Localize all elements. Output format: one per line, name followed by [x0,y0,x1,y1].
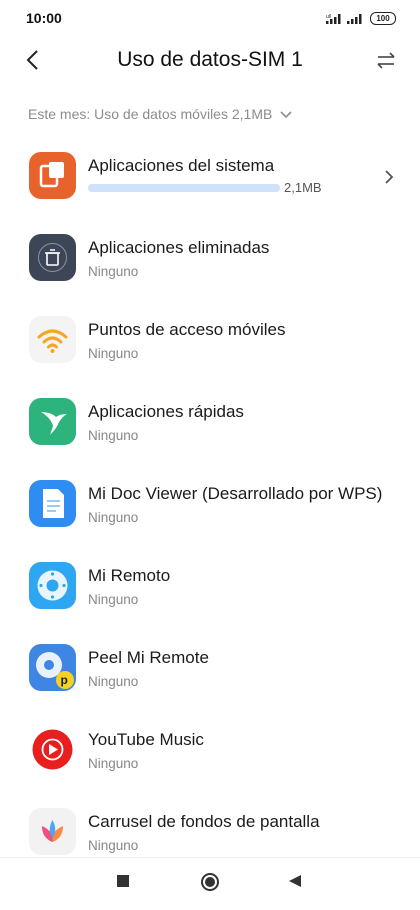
wallpaper-carousel-icon [29,808,76,855]
trash-icon [29,234,76,281]
list-item[interactable]: Aplicaciones rápidas Ninguno [0,386,420,468]
app-usage: Ninguno [88,510,139,525]
app-usage: Ninguno [88,674,139,689]
app-name: Puntos de acceso móviles [88,320,286,339]
signal-icon: ull [326,14,341,24]
app-usage: Ninguno [88,346,139,361]
app-usage: Ninguno [88,264,139,279]
app-name: Aplicaciones eliminadas [88,238,270,257]
hummingbird-icon [29,398,76,445]
navigation-bar [0,857,420,910]
page-title: Uso de datos-SIM 1 [117,48,303,71]
usage-bar [88,184,280,192]
usage-bar-fill [88,184,280,192]
swap-arrows-icon[interactable] [374,50,398,72]
battery-indicator: 100 [370,12,396,25]
list-item[interactable]: Puntos de acceso móviles Ninguno [0,304,420,386]
app-name: Aplicaciones del sistema [88,156,275,175]
app-usage-list: Aplicaciones del sistema 2,1MB Aplicacio… [0,140,420,878]
list-item[interactable]: Mi Doc Viewer (Desarrollado por WPS) Nin… [0,468,420,550]
system-apps-icon [29,152,76,199]
chevron-down-icon [280,111,292,119]
peel-remote-icon: p [29,644,76,691]
app-usage: Ninguno [88,428,139,443]
status-bar: 10:00 ull 100 [0,0,420,36]
usage-value: 2,1MB [284,180,322,195]
app-name: Aplicaciones rápidas [88,402,244,421]
app-name: Mi Doc Viewer (Desarrollado por WPS) [88,484,383,503]
remote-icon [29,562,76,609]
app-name: Peel Mi Remote [88,648,209,667]
list-item[interactable]: Mi Remoto Ninguno [0,550,420,632]
list-item[interactable]: Aplicaciones del sistema 2,1MB [0,140,420,222]
circle-icon[interactable] [200,872,220,892]
app-name: Mi Remoto [88,566,171,585]
period-label: Este mes: Uso de datos móviles 2,1MB [28,106,273,122]
list-item[interactable]: Aplicaciones eliminadas Ninguno [0,222,420,304]
status-time: 10:00 [26,10,62,26]
app-name: YouTube Music [88,730,204,749]
svg-text:ull: ull [326,14,331,20]
app-usage: Ninguno [88,756,139,771]
wifi-hotspot-icon [29,316,76,363]
app-usage: Ninguno [88,838,139,853]
signal-icon-2 [347,14,362,24]
youtube-music-icon [29,726,76,773]
document-icon [29,480,76,527]
header: Uso de datos-SIM 1 [0,36,420,84]
square-icon[interactable] [116,874,130,888]
chevron-right-icon [385,170,394,184]
app-name: Carrusel de fondos de pantalla [88,812,320,831]
svg-text:p: p [61,673,68,687]
period-selector[interactable]: Este mes: Uso de datos móviles 2,1MB [28,106,292,122]
triangle-back-icon[interactable] [288,874,302,888]
list-item[interactable]: YouTube Music Ninguno [0,714,420,796]
app-usage: Ninguno [88,592,139,607]
list-item[interactable]: p Peel Mi Remote Ninguno [0,632,420,714]
